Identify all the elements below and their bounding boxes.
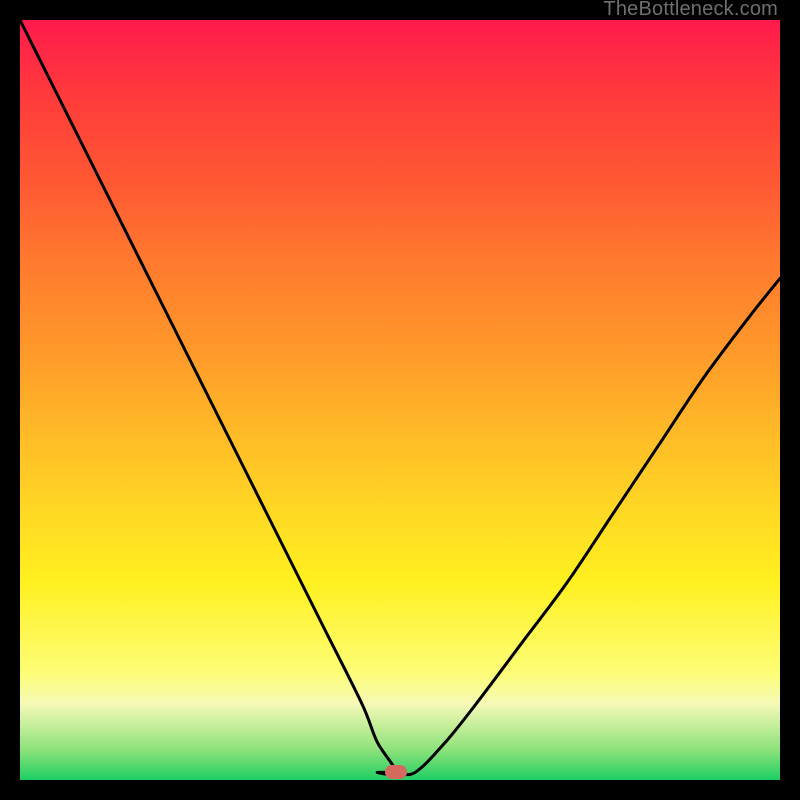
curve-path [20, 20, 780, 775]
chart-frame: TheBottleneck.com [0, 0, 800, 800]
watermark-label: TheBottleneck.com [603, 0, 778, 21]
optimum-marker [385, 765, 407, 779]
plot-area [20, 20, 780, 780]
bottleneck-curve [20, 20, 780, 780]
